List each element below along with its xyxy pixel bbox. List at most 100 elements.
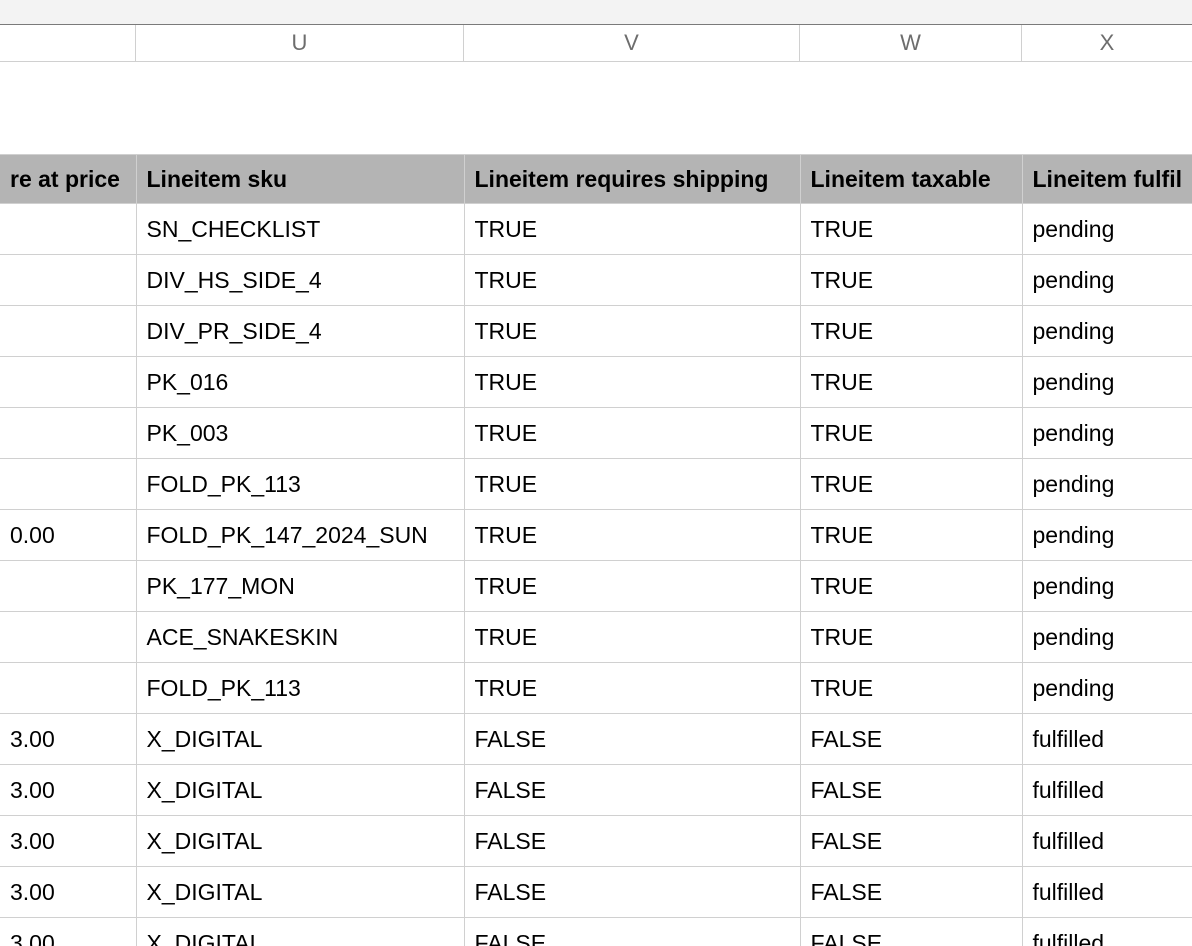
cell-taxable[interactable]: FALSE — [800, 765, 1022, 816]
cell-taxable[interactable]: TRUE — [800, 561, 1022, 612]
header-compare-at-price[interactable]: re at price — [0, 155, 136, 204]
cell-compare-at-price[interactable] — [0, 459, 136, 510]
header-lineitem-taxable[interactable]: Lineitem taxable — [800, 155, 1022, 204]
table-row: FOLD_PK_113TRUETRUEpending — [0, 459, 1192, 510]
cell-fulfillment[interactable]: pending — [1022, 510, 1192, 561]
cell-lineitem-sku[interactable]: ACE_SNAKESKIN — [136, 612, 464, 663]
cell-lineitem-sku[interactable]: SN_CHECKLIST — [136, 204, 464, 255]
cell-lineitem-sku[interactable]: DIV_HS_SIDE_4 — [136, 255, 464, 306]
column-letter[interactable]: U — [136, 25, 464, 61]
column-letter-row: U V W X — [0, 25, 1192, 62]
cell-lineitem-sku[interactable]: DIV_PR_SIDE_4 — [136, 306, 464, 357]
table-row: ACE_SNAKESKINTRUETRUEpending — [0, 612, 1192, 663]
cell-lineitem-sku[interactable]: PK_003 — [136, 408, 464, 459]
cell-fulfillment[interactable]: fulfilled — [1022, 714, 1192, 765]
cell-compare-at-price[interactable] — [0, 357, 136, 408]
spreadsheet-window: U V W X re at price Lineitem sku Lineite… — [0, 0, 1192, 946]
cell-requires-shipping[interactable]: TRUE — [464, 204, 800, 255]
cell-requires-shipping[interactable]: FALSE — [464, 918, 800, 946]
cell-compare-at-price[interactable] — [0, 255, 136, 306]
cell-requires-shipping[interactable]: TRUE — [464, 612, 800, 663]
cell-requires-shipping[interactable]: TRUE — [464, 255, 800, 306]
cell-compare-at-price[interactable]: 3.00 — [0, 867, 136, 918]
cell-fulfillment[interactable]: pending — [1022, 255, 1192, 306]
cell-fulfillment[interactable]: pending — [1022, 612, 1192, 663]
cell-lineitem-sku[interactable]: X_DIGITAL — [136, 816, 464, 867]
header-lineitem-requires-shipping[interactable]: Lineitem requires shipping — [464, 155, 800, 204]
cell-taxable[interactable]: TRUE — [800, 204, 1022, 255]
column-letter[interactable]: V — [464, 25, 800, 61]
cell-fulfillment[interactable]: pending — [1022, 357, 1192, 408]
cell-requires-shipping[interactable]: TRUE — [464, 306, 800, 357]
table-row: PK_177_MONTRUETRUEpending — [0, 561, 1192, 612]
column-letter[interactable]: X — [1022, 25, 1192, 61]
empty-spacer — [0, 62, 1192, 154]
cell-compare-at-price[interactable] — [0, 408, 136, 459]
cell-compare-at-price[interactable]: 3.00 — [0, 765, 136, 816]
cell-requires-shipping[interactable]: TRUE — [464, 357, 800, 408]
data-table: re at price Lineitem sku Lineitem requir… — [0, 154, 1192, 946]
cell-taxable[interactable]: TRUE — [800, 408, 1022, 459]
header-lineitem-sku[interactable]: Lineitem sku — [136, 155, 464, 204]
cell-requires-shipping[interactable]: TRUE — [464, 408, 800, 459]
sheet-body[interactable]: re at price Lineitem sku Lineitem requir… — [0, 62, 1192, 946]
cell-taxable[interactable]: FALSE — [800, 714, 1022, 765]
cell-fulfillment[interactable]: pending — [1022, 663, 1192, 714]
cell-fulfillment[interactable]: pending — [1022, 204, 1192, 255]
cell-compare-at-price[interactable]: 3.00 — [0, 918, 136, 946]
cell-taxable[interactable]: TRUE — [800, 459, 1022, 510]
cell-lineitem-sku[interactable]: PK_177_MON — [136, 561, 464, 612]
cell-fulfillment[interactable]: fulfilled — [1022, 765, 1192, 816]
column-letter[interactable]: W — [800, 25, 1022, 61]
cell-fulfillment[interactable]: pending — [1022, 561, 1192, 612]
cell-taxable[interactable]: TRUE — [800, 357, 1022, 408]
cell-taxable[interactable]: FALSE — [800, 918, 1022, 946]
cell-compare-at-price[interactable] — [0, 612, 136, 663]
cell-lineitem-sku[interactable]: FOLD_PK_113 — [136, 459, 464, 510]
header-lineitem-fulfillment[interactable]: Lineitem fulfil — [1022, 155, 1192, 204]
cell-taxable[interactable]: TRUE — [800, 663, 1022, 714]
table-row: DIV_PR_SIDE_4TRUETRUEpending — [0, 306, 1192, 357]
cell-fulfillment[interactable]: pending — [1022, 459, 1192, 510]
cell-requires-shipping[interactable]: FALSE — [464, 867, 800, 918]
cell-requires-shipping[interactable]: FALSE — [464, 816, 800, 867]
cell-compare-at-price[interactable]: 3.00 — [0, 714, 136, 765]
cell-fulfillment[interactable]: pending — [1022, 306, 1192, 357]
cell-compare-at-price[interactable]: 3.00 — [0, 816, 136, 867]
cell-taxable[interactable]: FALSE — [800, 816, 1022, 867]
cell-lineitem-sku[interactable]: X_DIGITAL — [136, 714, 464, 765]
cell-compare-at-price[interactable] — [0, 663, 136, 714]
cell-fulfillment[interactable]: pending — [1022, 408, 1192, 459]
cell-fulfillment[interactable]: fulfilled — [1022, 867, 1192, 918]
cell-taxable[interactable]: TRUE — [800, 255, 1022, 306]
cell-taxable[interactable]: FALSE — [800, 867, 1022, 918]
table-row: PK_016TRUETRUEpending — [0, 357, 1192, 408]
cell-lineitem-sku[interactable]: PK_016 — [136, 357, 464, 408]
cell-requires-shipping[interactable]: FALSE — [464, 714, 800, 765]
table-row: DIV_HS_SIDE_4TRUETRUEpending — [0, 255, 1192, 306]
table-row: 3.00X_DIGITALFALSEFALSEfulfilled — [0, 867, 1192, 918]
cell-compare-at-price[interactable] — [0, 204, 136, 255]
table-row: FOLD_PK_113TRUETRUEpending — [0, 663, 1192, 714]
column-letter[interactable] — [0, 25, 136, 61]
cell-lineitem-sku[interactable]: X_DIGITAL — [136, 918, 464, 946]
cell-requires-shipping[interactable]: TRUE — [464, 663, 800, 714]
cell-compare-at-price[interactable] — [0, 561, 136, 612]
cell-requires-shipping[interactable]: FALSE — [464, 765, 800, 816]
cell-lineitem-sku[interactable]: X_DIGITAL — [136, 867, 464, 918]
cell-taxable[interactable]: TRUE — [800, 510, 1022, 561]
cell-compare-at-price[interactable]: 0.00 — [0, 510, 136, 561]
cell-fulfillment[interactable]: fulfilled — [1022, 918, 1192, 946]
cell-lineitem-sku[interactable]: FOLD_PK_113 — [136, 663, 464, 714]
cell-compare-at-price[interactable] — [0, 306, 136, 357]
cell-fulfillment[interactable]: fulfilled — [1022, 816, 1192, 867]
table-row: 3.00X_DIGITALFALSEFALSEfulfilled — [0, 714, 1192, 765]
cell-taxable[interactable]: TRUE — [800, 612, 1022, 663]
cell-taxable[interactable]: TRUE — [800, 306, 1022, 357]
cell-requires-shipping[interactable]: TRUE — [464, 561, 800, 612]
header-row: re at price Lineitem sku Lineitem requir… — [0, 155, 1192, 204]
cell-requires-shipping[interactable]: TRUE — [464, 459, 800, 510]
cell-lineitem-sku[interactable]: FOLD_PK_147_2024_SUN — [136, 510, 464, 561]
cell-lineitem-sku[interactable]: X_DIGITAL — [136, 765, 464, 816]
cell-requires-shipping[interactable]: TRUE — [464, 510, 800, 561]
